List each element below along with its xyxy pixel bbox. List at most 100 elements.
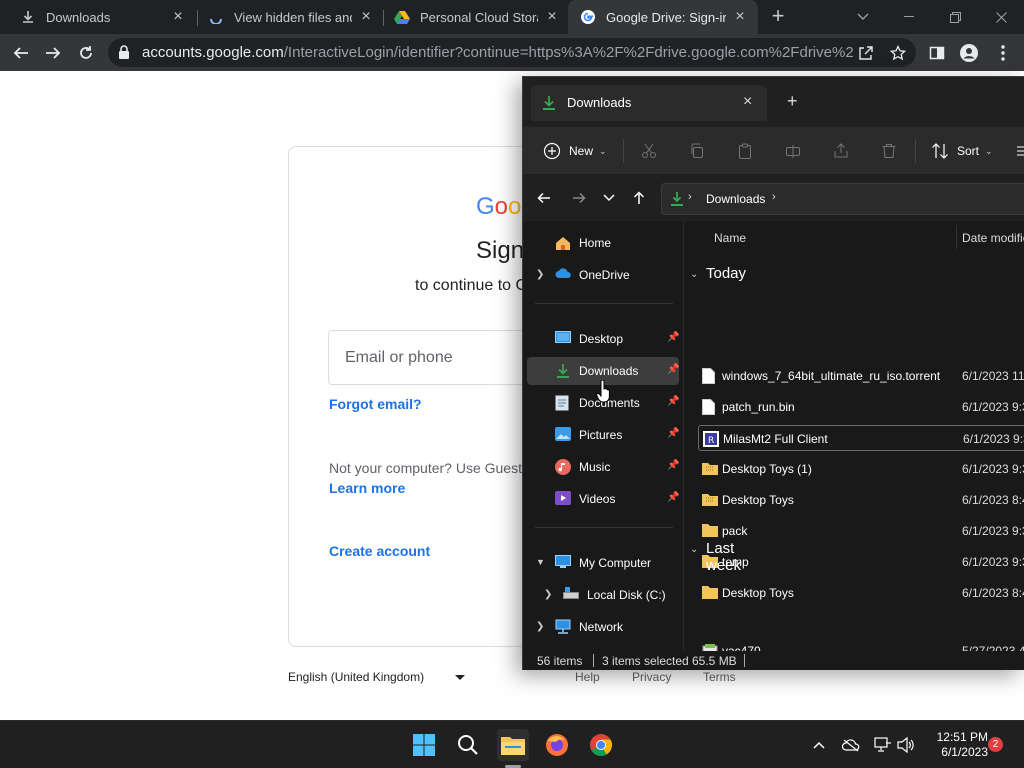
reload-button[interactable] [73, 40, 99, 66]
search-button[interactable] [452, 729, 484, 761]
url-text[interactable]: accounts.google.com/InteractiveLogin/ide… [142, 44, 854, 61]
close-icon[interactable]: × [358, 9, 374, 25]
chevron-right-icon[interactable]: ❯ [536, 269, 544, 280]
up-arrow-icon[interactable] [628, 187, 650, 209]
chevron-down-icon[interactable]: ⌄ [690, 544, 698, 555]
minimize-button[interactable] [886, 0, 932, 34]
privacy-link[interactable]: Privacy [632, 670, 671, 684]
recent-locations-chevron-icon[interactable] [598, 187, 620, 209]
profile-avatar[interactable] [956, 40, 982, 66]
forward-button[interactable] [40, 40, 66, 66]
sidebar-item-desktop[interactable]: Desktop 📌 [527, 325, 679, 353]
tab-search-chevron-icon[interactable] [840, 0, 886, 34]
notification-badge[interactable]: 2 [988, 737, 1003, 752]
taskbar-firefox[interactable] [541, 729, 573, 761]
close-icon[interactable]: × [170, 9, 186, 25]
sidebar-item-music[interactable]: Music 📌 [527, 453, 679, 481]
sidebar-item-videos[interactable]: Videos 📌 [527, 485, 679, 513]
table-row[interactable]: Desktop Toys 6/1/2023 8:4 [698, 580, 1024, 606]
table-row[interactable]: temp 6/1/2023 9:3 [698, 549, 1024, 575]
sidebar-item-network[interactable]: ❯ Network [527, 613, 679, 641]
pin-icon[interactable]: 📌 [667, 364, 679, 375]
sidebar-item-local-disk[interactable]: ❯ Local Disk (C:) [527, 581, 679, 609]
tab-google-drive-sign-in[interactable]: Google Drive: Sign-in × [568, 0, 758, 34]
back-arrow-icon[interactable] [533, 187, 555, 209]
chevron-right-icon[interactable]: ❯ [536, 621, 544, 632]
sort-label: Sort [957, 144, 980, 158]
chevron-down-icon[interactable]: ⌄ [690, 269, 698, 280]
breadcrumb-chevron-icon[interactable]: › [688, 191, 692, 203]
table-row[interactable]: Desktop Toys (1) 6/1/2023 9:3 [698, 456, 1024, 482]
group-label: Today [706, 265, 747, 282]
forward-arrow-icon[interactable] [568, 187, 590, 209]
cloud-sync-icon[interactable] [841, 735, 861, 755]
pin-icon[interactable]: 📌 [667, 396, 679, 407]
table-row[interactable]: patch_run.bin 6/1/2023 9:3 [698, 394, 1024, 420]
file-name: windows_7_64bit_ultimate_ru_iso.torrent [722, 369, 941, 383]
pin-icon[interactable]: 📌 [667, 428, 679, 439]
tab-personal-cloud-storage[interactable]: Personal Cloud Storage × [374, 0, 570, 34]
create-account-button[interactable]: Create account [329, 543, 430, 559]
terms-link[interactable]: Terms [703, 670, 736, 684]
sidebar-item-my-computer[interactable]: ▼ My Computer [527, 549, 679, 577]
new-button[interactable]: New ⌄ [543, 139, 607, 163]
lock-icon[interactable] [118, 45, 130, 64]
bookmark-star-icon[interactable] [888, 43, 908, 63]
address-bar[interactable]: accounts.google.com/InteractiveLogin/ide… [108, 38, 916, 67]
pin-icon[interactable]: 📌 [667, 492, 679, 503]
close-window-button[interactable] [978, 0, 1024, 34]
home-icon [555, 235, 571, 251]
restore-button[interactable] [932, 0, 978, 34]
table-row[interactable]: pack 6/1/2023 9:3 [698, 518, 1024, 544]
kebab-menu-icon[interactable] [990, 40, 1016, 66]
paste-icon[interactable] [733, 139, 757, 163]
volume-icon[interactable] [896, 735, 916, 755]
caret-down-icon[interactable] [455, 675, 465, 680]
sidebar-item-pictures[interactable]: Pictures 📌 [527, 421, 679, 449]
taskbar-file-explorer[interactable] [497, 729, 529, 761]
side-panel-icon[interactable] [924, 40, 950, 66]
close-icon[interactable]: × [743, 93, 752, 111]
pin-icon[interactable]: 📌 [667, 460, 679, 471]
taskbar-clock[interactable]: 12:51 PM 6/1/2023 [924, 730, 988, 760]
chevron-right-icon[interactable]: ❯ [544, 589, 552, 600]
table-row[interactable]: Desktop Toys 6/1/2023 8:4 [698, 487, 1024, 513]
delete-icon[interactable] [877, 139, 901, 163]
sidebar-item-onedrive[interactable]: ❯ OneDrive [527, 261, 679, 289]
show-hidden-icons-chevron-icon[interactable] [809, 735, 829, 755]
new-tab-button[interactable]: + [766, 5, 790, 29]
view-menu-icon[interactable] [1017, 139, 1024, 163]
close-icon[interactable]: × [544, 9, 560, 25]
url-path: /InteractiveLogin/identifier?continue=ht… [283, 44, 854, 61]
back-button[interactable] [8, 40, 34, 66]
column-header-date[interactable]: Date modified [962, 231, 1024, 245]
sidebar-item-home[interactable]: Home [527, 229, 679, 257]
tab-view-hidden-files[interactable]: View hidden files and f × [188, 0, 384, 34]
close-icon[interactable]: × [732, 9, 748, 25]
chevron-down-icon[interactable]: ▼ [536, 557, 545, 567]
taskbar-chrome[interactable] [585, 729, 617, 761]
explorer-new-tab-button[interactable]: + [787, 91, 798, 112]
table-row[interactable]: R MilasMt2 Full Client 6/1/2023 9:3 [698, 425, 1024, 451]
tab-downloads[interactable]: Downloads × [0, 0, 196, 34]
explorer-address-bar[interactable]: › Downloads › [661, 183, 1024, 215]
sort-button[interactable]: Sort ⌄ [931, 139, 993, 163]
explorer-tab-downloads[interactable]: Downloads × [531, 85, 767, 121]
table-row[interactable]: windows_7_64bit_ultimate_ru_iso.torrent … [698, 363, 1024, 389]
forgot-email-link[interactable]: Forgot email? [329, 396, 422, 412]
copy-icon[interactable] [685, 139, 709, 163]
breadcrumb-chevron-icon[interactable]: › [772, 191, 776, 203]
language-select[interactable]: English (United Kingdom) [288, 670, 424, 684]
breadcrumb-downloads[interactable]: Downloads [706, 192, 765, 206]
network-status-icon[interactable] [873, 735, 893, 755]
learn-more-link[interactable]: Learn more [329, 480, 405, 496]
column-header-name[interactable]: Name [714, 231, 746, 245]
cut-icon[interactable] [637, 139, 661, 163]
share-icon[interactable] [829, 139, 853, 163]
column-divider[interactable] [956, 225, 957, 249]
pin-icon[interactable]: 📌 [667, 332, 679, 343]
help-link[interactable]: Help [575, 670, 600, 684]
start-button[interactable] [408, 729, 440, 761]
share-icon[interactable] [856, 43, 876, 63]
rename-icon[interactable] [781, 139, 805, 163]
